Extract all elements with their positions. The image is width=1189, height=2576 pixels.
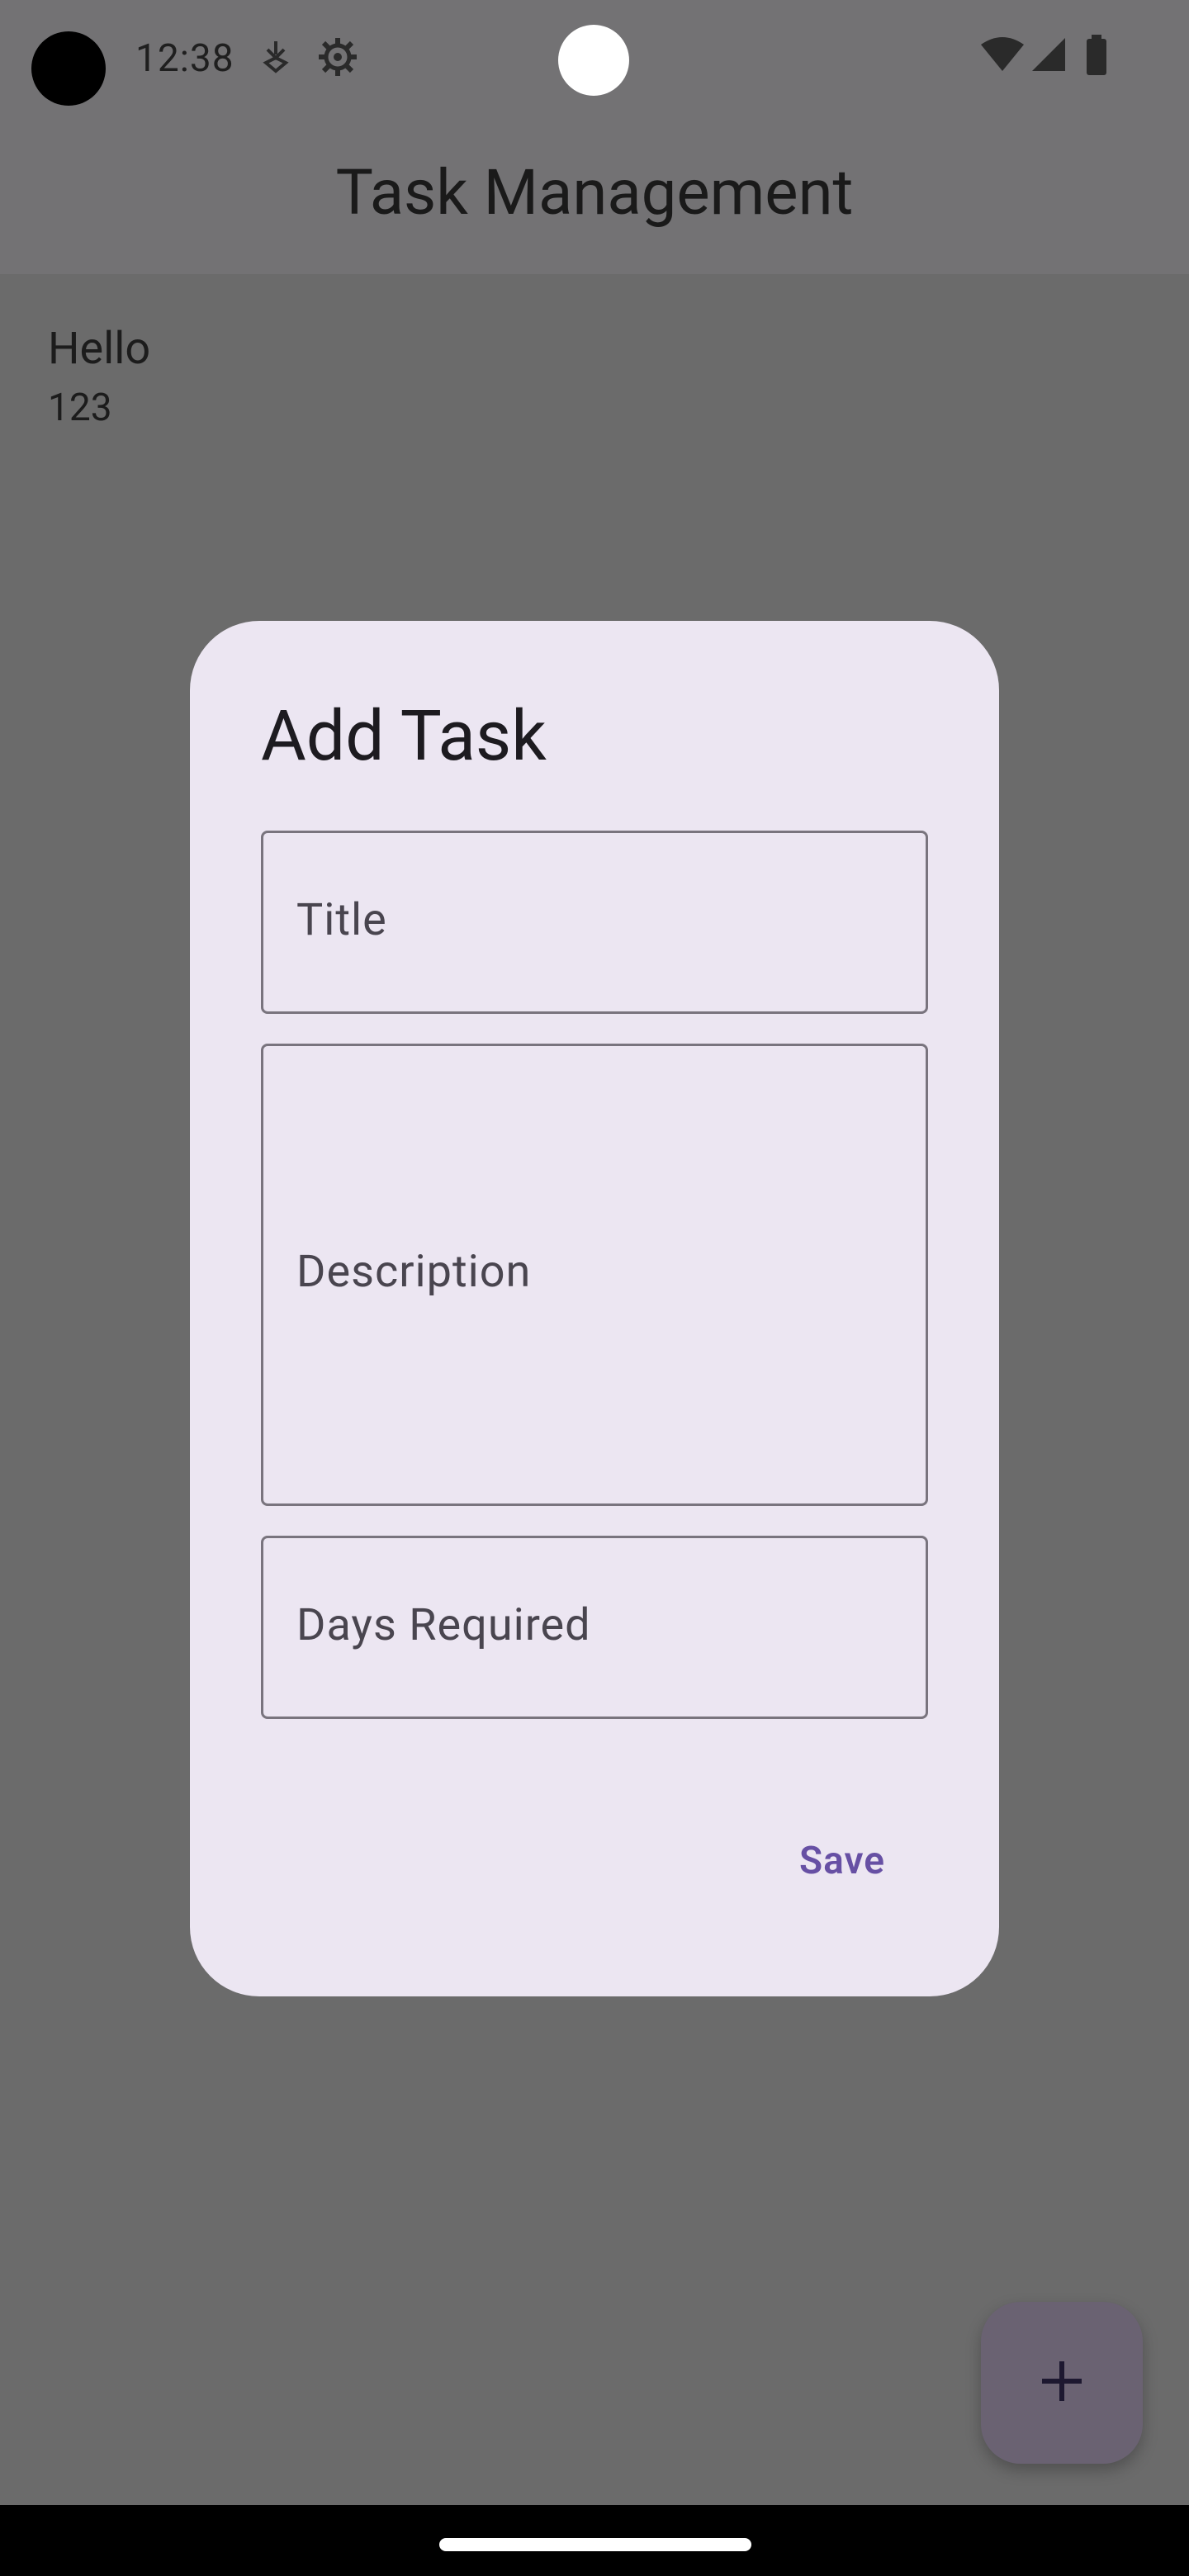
title-field[interactable]: Title: [261, 831, 928, 1014]
description-field-label: Description: [296, 1246, 532, 1298]
task-subtitle: 123: [48, 386, 112, 430]
add-task-dialog: Add Task Title Description Days Required…: [190, 621, 999, 1996]
home-indicator[interactable]: [439, 2538, 751, 2551]
task-title: Hello: [48, 323, 151, 375]
days-required-field-label: Days Required: [296, 1599, 591, 1651]
days-required-field[interactable]: Days Required: [261, 1536, 928, 1719]
title-field-label: Title: [296, 894, 387, 946]
save-button[interactable]: Save: [768, 1820, 917, 1902]
location-download-icon: [263, 38, 289, 78]
status-bar: 12:38: [0, 0, 1189, 116]
top-app-bar: Task Management: [0, 116, 1189, 274]
status-time: 12:38: [135, 36, 234, 81]
description-field[interactable]: Description: [261, 1044, 928, 1506]
settings-gear-icon: [315, 35, 360, 83]
camera-cutout: [31, 31, 106, 106]
wifi-icon: [979, 36, 1026, 76]
battery-icon: [1085, 35, 1108, 79]
task-list-item[interactable]: Hello 123: [48, 320, 150, 433]
plus-icon: [1037, 2356, 1087, 2409]
cellular-signal-icon: [1030, 36, 1067, 76]
dialog-title: Add Task: [261, 695, 547, 777]
system-navigation-bar: [0, 2505, 1189, 2576]
add-task-fab[interactable]: [981, 2302, 1143, 2464]
front-sensor: [558, 25, 629, 96]
app-title: Task Management: [335, 155, 854, 230]
